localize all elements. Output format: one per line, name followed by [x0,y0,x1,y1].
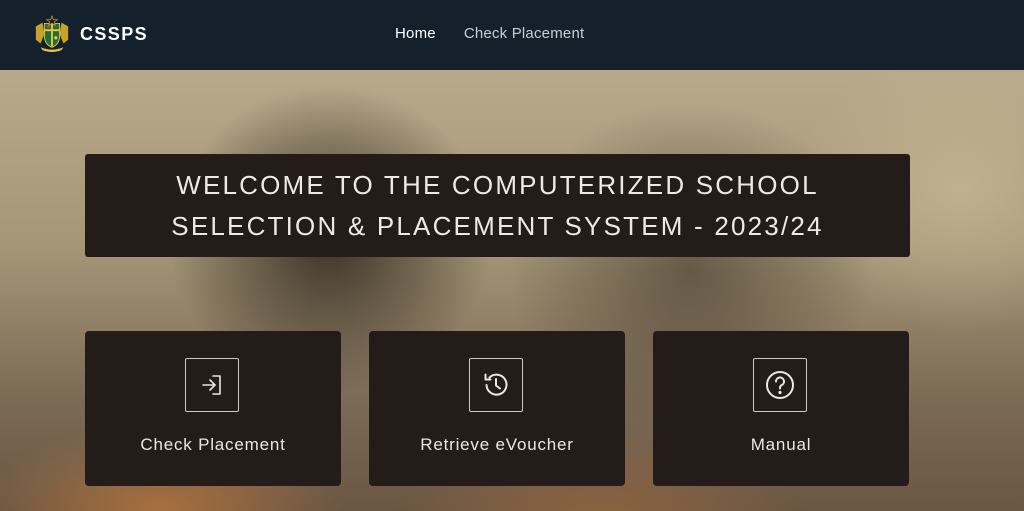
card-icon-frame [185,358,239,412]
top-navbar: CSSPS Home Check Placement [0,0,1024,70]
brand-name: CSSPS [80,23,149,44]
help-circle-icon [766,371,794,399]
sign-in-icon [202,375,221,395]
nav-home-link[interactable]: Home [395,25,436,42]
welcome-heading: WELCOME TO THE COMPUTERIZED SCHOOL SELEC… [171,165,823,247]
nav-check-placement-link[interactable]: Check Placement [464,25,585,42]
ghana-coat-of-arms-icon [35,15,69,53]
brand[interactable]: CSSPS [33,15,148,53]
check-placement-card[interactable]: Check Placement [85,331,341,486]
manual-card[interactable]: Manual [653,331,909,486]
history-icon [484,373,508,396]
card-icon-frame [469,358,523,412]
welcome-line-2: SELECTION & PLACEMENT SYSTEM - 2023/24 [171,210,824,241]
card-label: Check Placement [140,435,286,454]
retrieve-evoucher-card[interactable]: Retrieve eVoucher [369,331,625,486]
main-nav: Home Check Placement [395,25,612,42]
welcome-banner: WELCOME TO THE COMPUTERIZED SCHOOL SELEC… [85,154,910,257]
card-label: Retrieve eVoucher [420,435,574,454]
card-label: Manual [750,435,812,454]
card-icon-frame [753,358,807,412]
welcome-line-1: WELCOME TO THE COMPUTERIZED SCHOOL [176,169,819,200]
